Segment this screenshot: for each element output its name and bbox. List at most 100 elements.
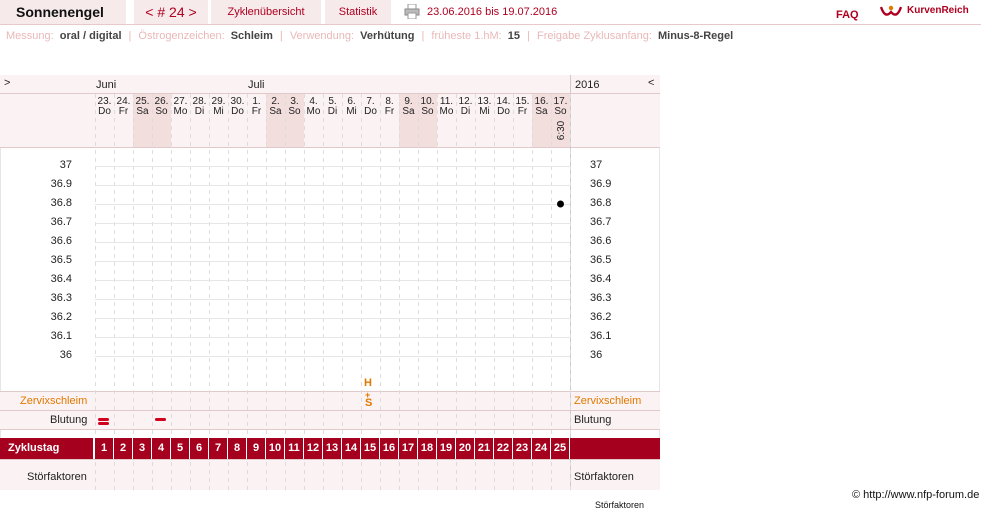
user-name: Sonnenengel <box>0 0 126 24</box>
cycle-chart: > < Juni Juli 2016 23. Do 24. Fr 25. Sa 26. So 2… <box>0 75 660 490</box>
ytick-right: 36.9 <box>590 178 612 190</box>
day-weekday: Sa <box>136 106 149 117</box>
ytick-right: 36 <box>590 349 603 361</box>
ytick-right: 36.5 <box>590 254 612 266</box>
day-weekday: Do <box>98 106 111 117</box>
cycle-day: 13 <box>323 438 342 459</box>
zervix-label-right: Zervixschleim <box>574 395 642 407</box>
ytick-right: 36.3 <box>590 292 612 304</box>
cycle-day: 14 <box>342 438 361 459</box>
temperature-point[interactable] <box>557 200 564 208</box>
messung-label: Messung: <box>6 30 54 42</box>
tab-statistics[interactable]: Statistik <box>325 0 391 24</box>
stoer-label-left: Störfaktoren <box>27 471 87 483</box>
messung-value: oral / digital <box>59 30 122 42</box>
ytick-right: 36.8 <box>590 197 612 209</box>
day-weekday: Di <box>194 106 205 117</box>
cycle-day: 25 <box>551 438 570 459</box>
verwendung-label: Verwendung: <box>289 30 355 42</box>
day-weekday: Mi <box>479 106 490 117</box>
mucus-mark-h[interactable]: H <box>364 377 372 389</box>
day-weekday: So <box>155 106 168 117</box>
hm-value: 15 <box>507 30 521 42</box>
blutung-label-left: Blutung <box>50 414 88 426</box>
ytick-left: 36.2 <box>50 311 72 323</box>
cycle-day: 4 <box>152 438 171 459</box>
cycle-day: 22 <box>494 438 513 459</box>
mucus-mark-s[interactable]: S <box>365 397 372 409</box>
month-june: Juni <box>96 79 117 91</box>
ytick-right: 36.6 <box>590 235 612 247</box>
ytick-left: 36 <box>59 349 72 361</box>
ytick-left: 36.3 <box>50 292 72 304</box>
cycle-day: 6 <box>190 438 209 459</box>
ytick-right: 36.1 <box>590 330 612 342</box>
day-weekday: So <box>554 106 567 117</box>
ytick-left: 36.8 <box>50 197 72 209</box>
cycle-day: 5 <box>171 438 190 459</box>
zervix-label-left: Zervixschleim <box>20 395 88 407</box>
day-weekday: Fr <box>384 106 395 117</box>
day-weekday: So <box>288 106 301 117</box>
date-range: 23.06.2016 bis 19.07.2016 <box>427 6 558 18</box>
footer-cut-label: Störfaktoren <box>595 500 645 510</box>
cycle-day: 3 <box>133 438 152 459</box>
ytick-left: 36.5 <box>50 254 72 266</box>
cycle-day: 1 <box>95 438 114 459</box>
cycle-day: 20 <box>456 438 475 459</box>
bleeding-mark[interactable] <box>98 418 109 421</box>
cycle-day: 8 <box>228 438 247 459</box>
oestro-value: Schleim <box>230 30 273 42</box>
cycle-day: 7 <box>209 438 228 459</box>
zyklustag-row: Zyklustag 1 2 3 4 5 6 7 8 9 10 11 12 13 14 15 16 17 18 19 2… <box>0 438 660 459</box>
copyright: © http://www.nfp-forum.de <box>852 489 980 501</box>
nav-prev-button[interactable]: > <box>4 77 10 89</box>
ytick-left: 36.7 <box>50 216 72 228</box>
tab-cycle-overview[interactable]: Zyklenübersicht <box>211 0 321 24</box>
ytick-left: 36.9 <box>50 178 72 190</box>
cycle-day: 15 <box>361 438 380 459</box>
ytick-left: 36.6 <box>50 235 72 247</box>
settings-line: Messung: oral / digital | Östrogenzeichen… <box>6 30 734 42</box>
cycle-day: 21 <box>475 438 494 459</box>
year-label: 2016 <box>575 79 600 91</box>
nav-next-button[interactable]: < <box>648 77 654 89</box>
stoer-label-right: Störfaktoren <box>574 471 634 483</box>
cycle-navigator[interactable]: < # 24 > <box>134 0 208 24</box>
faq-link[interactable]: FAQ <box>836 9 859 21</box>
ytick-right: 36.2 <box>590 311 612 323</box>
cycle-day: 11 <box>285 438 304 459</box>
cycle-day: 10 <box>266 438 285 459</box>
freigabe-label: Freigabe Zyklusanfang: <box>536 30 652 42</box>
printer-icon[interactable] <box>404 4 420 19</box>
day-weekday: Mo <box>439 106 454 117</box>
bleeding-mark[interactable] <box>155 418 166 421</box>
freigabe-value: Minus-8-Regel <box>657 30 734 42</box>
ytick-left: 36.4 <box>50 273 72 285</box>
cycle-day: 12 <box>304 438 323 459</box>
day-weekday: Do <box>364 106 377 117</box>
day-weekday: Mi <box>346 106 357 117</box>
ytick-right: 36.4 <box>590 273 612 285</box>
brand-logo-icon[interactable] <box>880 3 902 21</box>
month-july: Juli <box>248 79 265 91</box>
cycle-day: 16 <box>380 438 399 459</box>
verwendung-value: Verhütung <box>360 30 415 42</box>
ytick-right: 37 <box>590 159 603 171</box>
ytick-left: 37 <box>59 159 72 171</box>
day-weekday: Sa <box>269 106 282 117</box>
cycle-day: 24 <box>532 438 551 459</box>
day-weekday: Sa <box>535 106 548 117</box>
bleeding-mark[interactable] <box>98 422 109 425</box>
brand-name[interactable]: KurvenReich <box>907 5 969 16</box>
day-weekday: Mo <box>173 106 188 117</box>
ytick-left: 36.1 <box>50 330 72 342</box>
day-weekday: Di <box>460 106 471 117</box>
cycle-day: 18 <box>418 438 437 459</box>
day-weekday: Mo <box>306 106 321 117</box>
cycle-day: 23 <box>513 438 532 459</box>
cycle-day: 17 <box>399 438 418 459</box>
blutung-label-right: Blutung <box>574 414 612 426</box>
day-weekday: Fr <box>517 106 528 117</box>
day-weekday: Do <box>497 106 510 117</box>
